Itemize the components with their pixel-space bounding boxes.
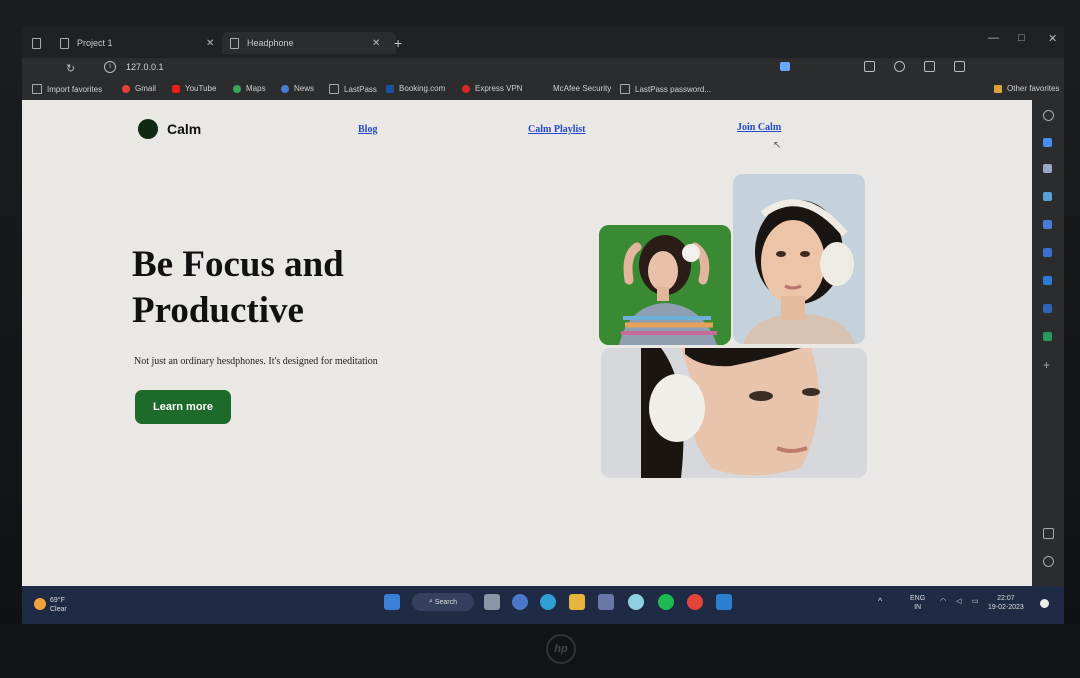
bookmark-import-favorites[interactable]: Import favorites <box>32 84 102 94</box>
weather-temp: 69°F <box>50 597 65 604</box>
hp-logo-icon: hp <box>546 634 576 664</box>
taskbar-search[interactable]: ⌕ Search <box>412 593 474 611</box>
site-info-icon[interactable]: i <box>104 61 116 73</box>
task-view-icon[interactable] <box>484 594 500 610</box>
notification-icon[interactable] <box>1040 599 1049 608</box>
chrome-icon[interactable] <box>687 594 703 610</box>
time: 22:07 <box>997 595 1015 602</box>
headphone-photo-3 <box>601 348 867 478</box>
collections-icon[interactable] <box>954 61 965 72</box>
tab-strip: Project 1 ✕ Headphone ✕ + — □ ✕ <box>22 26 1064 58</box>
headphone-photo-1 <box>599 225 731 345</box>
weather-moon-icon <box>34 598 46 610</box>
bookmark-lastpass[interactable]: LastPass <box>329 84 377 94</box>
word-icon[interactable] <box>1043 304 1052 313</box>
url-field[interactable]: 127.0.0.1 <box>126 62 164 72</box>
brand-name: Calm <box>167 121 202 137</box>
nav-link-calm-playlist[interactable]: Calm Playlist <box>528 124 586 135</box>
date: 19-02-2023 <box>988 604 1024 611</box>
clock[interactable]: 22:07 19-02-2023 <box>988 594 1024 612</box>
people-icon[interactable] <box>1043 220 1052 229</box>
learn-more-button[interactable]: Learn more <box>135 390 231 424</box>
calm-logo-icon <box>138 119 158 139</box>
vscode-icon[interactable] <box>716 594 732 610</box>
battery-icon[interactable]: ▭ <box>972 597 979 606</box>
page-icon <box>230 37 239 49</box>
bookmark-booking[interactable]: Booking.com <box>386 84 445 93</box>
bookmark-mcafee[interactable]: McAfee Security <box>540 84 611 93</box>
headphone-photo-2 <box>733 174 865 344</box>
bookmark-gmail[interactable]: Gmail <box>122 84 156 93</box>
lang-region: IN <box>914 604 922 611</box>
tag-icon[interactable] <box>780 62 790 71</box>
split-screen-icon[interactable] <box>1043 528 1054 539</box>
bookmark-lastpass-password[interactable]: LastPass password... <box>620 84 711 94</box>
drop-icon[interactable] <box>1043 332 1052 341</box>
search-icon[interactable] <box>1043 110 1054 121</box>
mouse-cursor-icon: ↖ <box>773 140 782 151</box>
sync-icon[interactable] <box>894 61 905 72</box>
minimize-icon[interactable]: — <box>988 32 999 44</box>
office-icon[interactable] <box>1043 276 1052 285</box>
bookmark-express-vpn[interactable]: Express VPN <box>462 84 523 93</box>
chevron-up-icon[interactable]: ^ <box>878 597 882 606</box>
laptop-bottom-bezel <box>0 624 1080 678</box>
tab-actions-icon[interactable] <box>32 32 41 54</box>
tab-project-1[interactable]: Project 1 ✕ <box>60 32 220 54</box>
nav-link-join-calm[interactable]: Join Calm <box>737 122 781 133</box>
bookmark-youtube[interactable]: YouTube <box>172 84 216 93</box>
hero-headline: Be Focus and Productive <box>132 242 344 334</box>
spotify-icon[interactable] <box>658 594 674 610</box>
add-icon[interactable]: + <box>1043 358 1050 372</box>
tab-headphone[interactable]: Headphone ✕ <box>222 32 396 54</box>
weather-desc: Clear <box>50 606 67 613</box>
headline-line-2: Productive <box>132 290 304 331</box>
bookmark-maps[interactable]: Maps <box>233 84 266 93</box>
maximize-icon[interactable]: □ <box>1018 32 1025 44</box>
language-indicator[interactable]: ENG IN <box>910 594 925 612</box>
nav-link-blog[interactable]: Blog <box>358 124 377 135</box>
lang-code: ENG <box>910 595 926 602</box>
chat-icon[interactable] <box>512 594 528 610</box>
wifi-icon[interactable]: ◠ <box>940 597 946 606</box>
screen: Project 1 ✕ Headphone ✕ + — □ ✕ ↻ i 127.… <box>22 26 1064 624</box>
address-bar: ↻ i 127.0.0.1 <box>22 58 1064 80</box>
extension-icon[interactable] <box>864 61 875 72</box>
tab-title: Project 1 <box>77 38 113 48</box>
volume-icon[interactable]: ◁ <box>956 597 961 606</box>
app-icon[interactable] <box>628 594 644 610</box>
brand[interactable]: Calm <box>138 119 201 139</box>
hero-subtitle: Not just an ordinary hesdphones. It's de… <box>134 356 378 367</box>
bookmark-other-favorites[interactable]: Other favorites <box>994 84 1059 93</box>
bookmarks-bar: Import favorites Gmail YouTube Maps News… <box>22 80 1064 101</box>
tab-title: Headphone <box>247 38 294 48</box>
store-icon[interactable] <box>598 594 614 610</box>
page-icon <box>60 37 69 49</box>
headline-line-1: Be Focus and <box>132 244 344 285</box>
tools-icon[interactable] <box>1043 192 1052 201</box>
start-icon[interactable] <box>384 594 400 610</box>
web-page: Calm Blog Calm Playlist Join Calm ↖ Be F… <box>22 100 1032 586</box>
search-label: Search <box>434 598 458 606</box>
outlook-icon[interactable] <box>1043 248 1052 257</box>
close-tab-icon[interactable]: ✕ <box>206 38 214 49</box>
favorites-icon[interactable] <box>924 61 935 72</box>
new-tab-button[interactable]: + <box>394 32 402 54</box>
copilot-icon[interactable] <box>1043 138 1052 147</box>
bookmark-news[interactable]: News <box>281 84 314 93</box>
close-tab-icon[interactable]: ✕ <box>372 38 380 49</box>
edge-sidebar: + <box>1032 100 1064 586</box>
edge-icon[interactable] <box>540 594 556 610</box>
shopping-icon[interactable] <box>1043 164 1052 173</box>
file-explorer-icon[interactable] <box>569 594 585 610</box>
taskbar: 69°F Clear ⌕ Search ^ ENG IN ◠ ◁ ▭ 22:07… <box>22 586 1064 624</box>
close-window-icon[interactable]: ✕ <box>1048 32 1057 45</box>
settings-icon[interactable] <box>1043 556 1054 567</box>
refresh-icon[interactable]: ↻ <box>66 62 75 75</box>
weather-widget[interactable]: 69°F Clear <box>50 596 67 614</box>
